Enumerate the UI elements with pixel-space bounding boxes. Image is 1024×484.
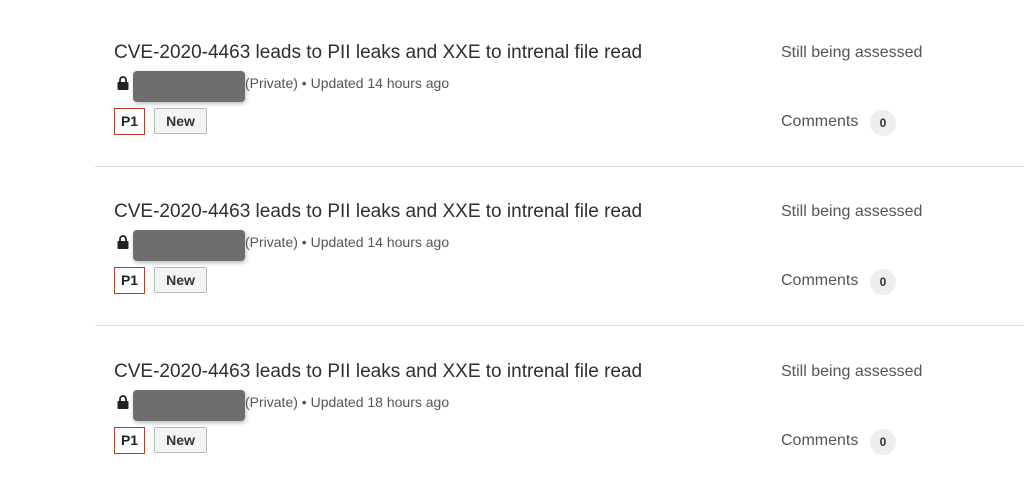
state-badge: New [154,108,207,134]
comments-label: Comments [781,432,859,449]
comments-label: Comments [781,272,859,289]
comments-count-badge: 0 [870,269,896,295]
priority-badge: P1 [114,108,145,135]
redacted-program-name[interactable] [133,390,245,421]
priority-badge: P1 [114,267,145,294]
lock-icon [117,235,129,249]
report-title-link[interactable]: CVE-2020-4463 leads to PII leaks and XXE… [114,201,642,223]
report-title-link[interactable]: CVE-2020-4463 leads to PII leaks and XXE… [114,361,642,383]
lock-icon [117,395,129,409]
report-visibility-updated: (Private) • Updated 18 hours ago [245,394,450,410]
report-status: Still being assessed [781,44,923,61]
report-status: Still being assessed [781,203,923,220]
report-row: CVE-2020-4463 leads to PII leaks and XXE… [0,0,1024,160]
report-visibility-updated: (Private) • Updated 14 hours ago [245,234,450,250]
state-badge: New [154,267,207,293]
report-status: Still being assessed [781,363,923,380]
redacted-program-name[interactable] [133,230,245,261]
comments-count-badge: 0 [870,110,896,136]
redacted-program-name[interactable] [133,71,245,102]
report-visibility-updated: (Private) • Updated 14 hours ago [245,75,450,91]
state-badge: New [154,427,207,453]
report-list: CVE-2020-4463 leads to PII leaks and XXE… [0,0,1024,484]
comments-label: Comments [781,113,859,130]
report-row: CVE-2020-4463 leads to PII leaks and XXE… [0,159,1024,319]
lock-icon [117,76,129,90]
report-title-link[interactable]: CVE-2020-4463 leads to PII leaks and XXE… [114,42,642,64]
report-row: CVE-2020-4463 leads to PII leaks and XXE… [0,319,1024,479]
comments-count-badge: 0 [870,429,896,455]
priority-badge: P1 [114,427,145,454]
